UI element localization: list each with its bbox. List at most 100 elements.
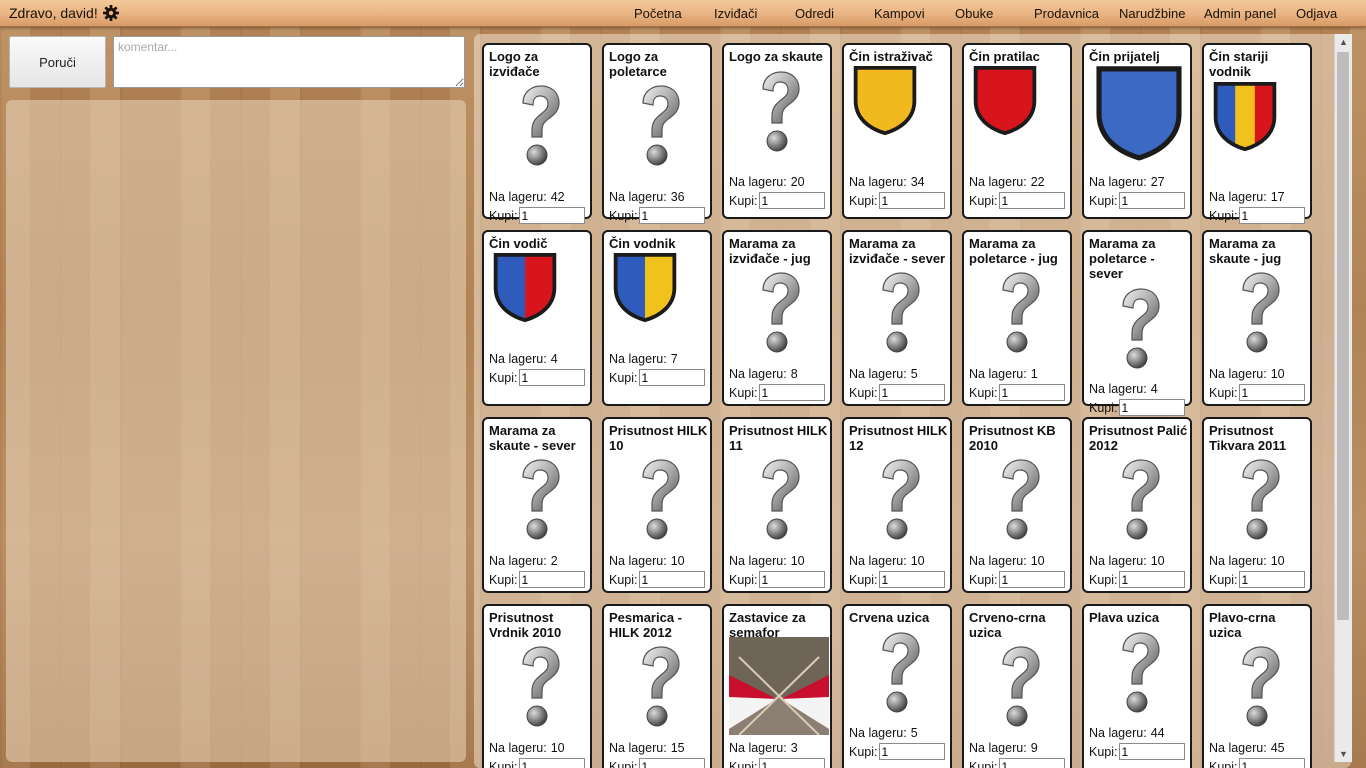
quantity-input[interactable] — [758, 192, 825, 209]
product-card-marama-za-poletarce-sever: Marama za poletarce - sever Na lageru: 4 Ku… — [1082, 230, 1192, 416]
quantity-input[interactable] — [638, 571, 705, 588]
nav-izvidjaci[interactable]: Izviđači — [714, 6, 757, 21]
quantity-input[interactable] — [998, 758, 1065, 768]
buy-label: Kupi: — [1209, 759, 1238, 768]
quantity-input[interactable] — [878, 571, 945, 588]
rank-badge-image — [489, 252, 589, 324]
quantity-input[interactable] — [758, 758, 825, 768]
quantity-input[interactable] — [638, 758, 705, 768]
stock-label: Na lageru: — [969, 554, 1027, 568]
quantity-input[interactable] — [998, 192, 1065, 209]
scroll-up-arrow-icon[interactable]: ▲ — [1335, 34, 1352, 50]
quantity-input[interactable] — [1238, 384, 1305, 401]
stock-info: Na lageru: 10 — [849, 554, 925, 568]
quantity-input[interactable] — [1118, 192, 1185, 209]
question-mark-icon — [609, 459, 709, 541]
scrollbar[interactable]: ▲ ▼ — [1334, 34, 1352, 762]
buy-row: Kupi: — [609, 758, 705, 768]
nav-odredi[interactable]: Odredi — [795, 6, 834, 21]
question-mark-icon — [489, 646, 589, 728]
quantity-input[interactable] — [518, 207, 585, 224]
stock-value: 42 — [550, 190, 565, 204]
nav-odjava[interactable]: Odjava — [1296, 6, 1337, 21]
buy-row: Kupi: — [609, 571, 705, 588]
quantity-input[interactable] — [878, 384, 945, 401]
stock-label: Na lageru: — [609, 554, 667, 568]
cart-panel — [6, 100, 466, 762]
nav-kampovi[interactable]: Kampovi — [874, 6, 925, 21]
stock-label: Na lageru: — [1089, 554, 1147, 568]
product-card-crvena-uzica: Crvena uzica Na lageru: 5 Kupi: — [842, 604, 952, 768]
product-card-prisutnost-palic-2012: Prisutnost Palić 2012 Na lageru: 10 Kupi: — [1082, 417, 1192, 593]
quantity-input[interactable] — [998, 384, 1065, 401]
product-card-prisutnost-tikvara-2011: Prisutnost Tikvara 2011 Na lageru: 10 Kupi: — [1202, 417, 1312, 593]
quantity-input[interactable] — [1118, 399, 1185, 416]
product-card-zastavice-za-semafor: Zastavice za semafor Na lageru: 3 Kupi: — [722, 604, 832, 768]
buy-row: Kupi: — [849, 192, 945, 209]
nav-narudzbine[interactable]: Narudžbine — [1119, 6, 1186, 21]
product-card-marama-za-skaute-sever: Marama za skaute - sever Na lageru: 2 Kupi: — [482, 417, 592, 593]
buy-label: Kupi: — [1089, 400, 1118, 415]
quantity-input[interactable] — [638, 369, 705, 386]
quantity-input[interactable] — [878, 743, 945, 760]
buy-row: Kupi: — [849, 384, 945, 401]
buy-label: Kupi: — [729, 572, 758, 587]
scroll-down-arrow-icon[interactable]: ▼ — [1335, 746, 1352, 762]
stock-label: Na lageru: — [489, 741, 547, 755]
buy-label: Kupi: — [609, 370, 638, 385]
buy-row: Kupi: — [489, 207, 585, 224]
quantity-input[interactable] — [998, 571, 1065, 588]
stock-label: Na lageru: — [609, 741, 667, 755]
quantity-input[interactable] — [1238, 571, 1305, 588]
stock-value: 10 — [1270, 554, 1285, 568]
buy-label: Kupi: — [1089, 572, 1118, 587]
buy-label: Kupi: — [489, 759, 518, 768]
question-mark-icon — [609, 85, 709, 167]
quantity-input[interactable] — [518, 571, 585, 588]
stock-value: 44 — [1150, 726, 1165, 740]
quantity-input[interactable] — [1118, 743, 1185, 760]
stock-label: Na lageru: — [969, 175, 1027, 189]
stock-value: 4 — [1150, 382, 1158, 396]
quantity-input[interactable] — [878, 192, 945, 209]
scroll-thumb[interactable] — [1337, 52, 1349, 620]
stock-info: Na lageru: 5 — [849, 726, 918, 740]
product-title: Prisutnost Vrdnik 2010 — [489, 610, 562, 640]
nav-prodavnica[interactable]: Prodavnica — [1034, 6, 1099, 21]
question-mark-icon — [1209, 459, 1309, 541]
gear-icon[interactable] — [102, 4, 120, 22]
quantity-input[interactable] — [518, 369, 585, 386]
nav-admin-panel[interactable]: Admin panel — [1204, 6, 1276, 21]
quantity-input[interactable] — [758, 571, 825, 588]
quantity-input[interactable] — [1238, 758, 1305, 768]
stock-label: Na lageru: — [609, 190, 667, 204]
nav-obuke[interactable]: Obuke — [955, 6, 993, 21]
quantity-input[interactable] — [758, 384, 825, 401]
quantity-input[interactable] — [518, 758, 585, 768]
question-mark-icon — [609, 646, 709, 728]
comment-field[interactable] — [113, 36, 465, 88]
buy-label: Kupi: — [1089, 744, 1118, 759]
stock-value: 1 — [1030, 367, 1038, 381]
nav-pocetna[interactable]: Početna — [634, 6, 682, 21]
stock-value: 5 — [910, 367, 918, 381]
order-button[interactable]: Poruči — [9, 36, 106, 88]
buy-label: Kupi: — [849, 385, 878, 400]
product-title: Logo za skaute — [729, 49, 823, 64]
stock-info: Na lageru: 5 — [849, 367, 918, 381]
buy-label: Kupi: — [969, 572, 998, 587]
quantity-input[interactable] — [638, 207, 705, 224]
stock-info: Na lageru: 20 — [729, 175, 805, 189]
quantity-input[interactable] — [1238, 207, 1305, 224]
stock-label: Na lageru: — [1209, 741, 1267, 755]
product-card-logo-za-izvidjace: Logo za izviđače Na lageru: 42 Kupi: — [482, 43, 592, 224]
quantity-input[interactable] — [1118, 571, 1185, 588]
stock-label: Na lageru: — [489, 352, 547, 366]
buy-row: Kupi: — [969, 758, 1065, 768]
stock-value: 17 — [1270, 190, 1285, 204]
buy-label: Kupi: — [1089, 193, 1118, 208]
product-card-marama-za-izvidjace-jug: Marama za izviđače - jug Na lageru: 8 Kupi: — [722, 230, 832, 406]
stock-info: Na lageru: 17 — [1209, 190, 1285, 204]
stock-value: 3 — [790, 741, 798, 755]
stock-label: Na lageru: — [969, 741, 1027, 755]
